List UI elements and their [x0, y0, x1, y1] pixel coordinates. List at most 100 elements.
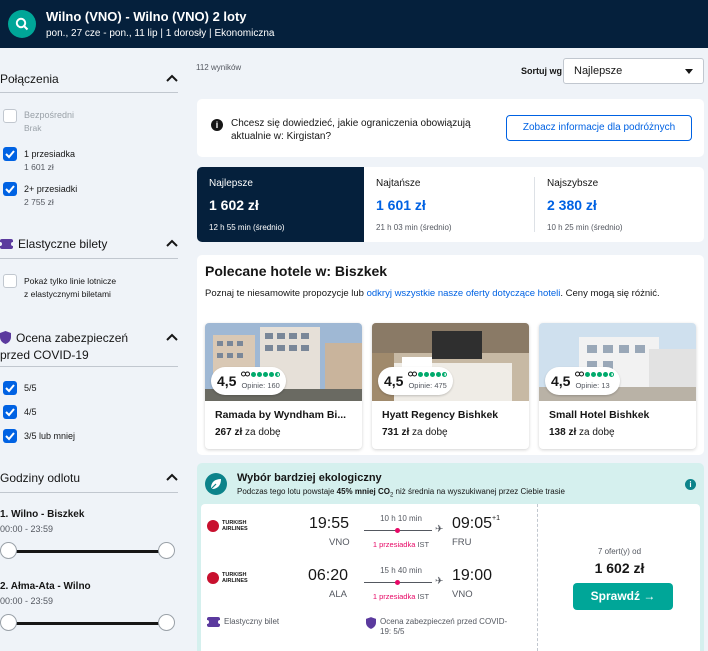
tripadvisor-rating-icon [575, 371, 615, 377]
filter-flexible-header[interactable]: Elastyczne bilety [0, 237, 180, 251]
tab-fastest-label: Najszybsze [547, 178, 599, 189]
slider-handle-min[interactable] [0, 614, 17, 631]
reviews-count: Opinie: 160 [241, 381, 280, 390]
search-header: Wilno (VNO) - Wilno (VNO) 2 loty pon., 2… [0, 0, 708, 48]
rating-value: 4,5 [551, 373, 571, 389]
check-icon [5, 185, 15, 194]
trip-details[interactable]: pon., 27 cze - pon., 11 lip | 1 dorosły … [46, 28, 274, 39]
travel-info-text: Chcesz się dowiedzieć, jakie ograniczeni… [231, 118, 471, 142]
info-icon[interactable]: i [685, 479, 696, 490]
slider-handle-min[interactable] [0, 542, 17, 559]
results-count: 112 wyników [196, 63, 242, 72]
route-line [364, 528, 432, 533]
tab-cheapest[interactable]: Najtańsze 1 601 zł 21 h 03 min (średnio) [364, 167, 534, 242]
filter-covid-header[interactable]: Ocena zabezpieczeń [0, 331, 180, 345]
eco-flight-card: Wybór bardziej ekologiczny Podczas tego … [197, 463, 704, 651]
tab-best-price: 1 602 zł [209, 197, 259, 213]
hotel-rating-badge: 4,5 Opinie: 475 [378, 367, 454, 395]
tab-fastest-duration: 10 h 25 min (średnio) [547, 223, 623, 232]
hotel-card-hyatt[interactable]: 4,5 Opinie: 475 Hyatt Regency Bishkek 73… [372, 323, 529, 449]
departure-airport: VNO [329, 537, 350, 548]
flexible-ticket-badge: Elastyczny bilet [207, 617, 279, 627]
flight-leg-return: TURKISH AIRLINES 06:20 ALA 15 h 40 min ✈ … [201, 556, 531, 604]
sort-select[interactable]: Najlepsze [563, 58, 704, 84]
sort-label: Sortuj wg [521, 66, 562, 76]
divider [0, 92, 178, 93]
sort-value: Najlepsze [574, 65, 623, 77]
chevron-up-icon[interactable] [164, 237, 180, 249]
option-2-stops: 2+ przesiadki 2 755 zł [24, 184, 78, 207]
search-button[interactable] [8, 10, 36, 38]
checkbox-covid-3[interactable] [3, 429, 17, 443]
hotel-price: 138 zł za dobę [549, 427, 615, 438]
hotel-card-small-hotel[interactable]: 4,5 Opinie: 13 Small Hotel Bishkek 138 z… [539, 323, 696, 449]
checkbox-flexible[interactable] [3, 274, 17, 288]
checkbox-covid-4[interactable] [3, 405, 17, 419]
chevron-up-icon[interactable] [164, 471, 180, 483]
rating-value: 4,5 [217, 373, 237, 389]
tab-fastest[interactable]: Najszybsze 2 380 zł 10 h 25 min (średnio… [535, 167, 704, 242]
hotels-link[interactable]: odkryj wszystkie nasze oferty dotyczące … [367, 288, 561, 299]
reviews-count: Opinie: 13 [575, 381, 610, 390]
hotel-rating-badge: 4,5 Opinie: 13 [545, 367, 621, 395]
checkbox-direct[interactable] [3, 109, 17, 123]
departure-leg-2-range: 00:00 - 23:59 [0, 596, 54, 606]
chevron-up-icon[interactable] [164, 331, 180, 343]
chevron-up-icon[interactable] [164, 72, 180, 84]
shield-icon [366, 617, 376, 629]
filter-departure-header[interactable]: Godziny odlotu [0, 471, 180, 485]
slider-handle-max[interactable] [158, 614, 175, 631]
tab-best-label: Najlepsze [209, 178, 253, 189]
departure-leg-1-slider[interactable] [10, 550, 166, 553]
eco-subtitle: Podczas tego lotu powstaje 45% mniej CO2… [237, 487, 565, 499]
option-1-stop: 1 przesiadka 1 601 zł [24, 149, 76, 172]
hotels-description: Poznaj te niesamowite propozycje lub odk… [205, 288, 660, 299]
option-flexible: Pokaż tylko linie lotnicze z elastycznymi… [24, 276, 117, 299]
arrival-time: 09:05+1 [452, 515, 501, 532]
checkbox-covid-5[interactable] [3, 381, 17, 395]
option-covid-4: 4/5 [24, 407, 37, 417]
tripadvisor-rating-icon [408, 371, 448, 377]
route-line [364, 580, 432, 585]
check-button[interactable]: Sprawdź → [573, 583, 673, 610]
departure-airport: ALA [329, 589, 347, 600]
flight-price: 1 602 zł [594, 560, 645, 576]
filter-departure-title: Godziny odlotu [0, 471, 81, 485]
filter-connections-header[interactable]: Połączenia [0, 72, 180, 86]
ticket-icon [207, 617, 220, 627]
divider [537, 504, 538, 651]
caret-down-icon [685, 69, 693, 74]
option-direct: Bezpośredni Brak [24, 110, 75, 133]
leaf-icon [205, 473, 227, 495]
filter-flexible-title: Elastyczne bilety [18, 237, 108, 251]
filter-connections-title: Połączenia [0, 72, 59, 86]
tab-best[interactable]: Najlepsze 1 602 zł 12 h 55 min (średnio) [197, 167, 364, 242]
arrival-time: 19:00 [452, 567, 493, 584]
flight-result[interactable]: TURKISH AIRLINES 19:55 VNO 10 h 10 min ✈ … [201, 504, 700, 651]
info-icon: i [211, 119, 223, 131]
slider-handle-max[interactable] [158, 542, 175, 559]
travel-info-button[interactable]: Zobacz informacje dla podróżnych [506, 115, 692, 141]
divider [0, 258, 178, 259]
checkbox-1-stop[interactable] [3, 147, 17, 161]
plane-icon: ✈ [435, 524, 444, 535]
filter-covid-title-2: przed COVID-19 [0, 348, 89, 362]
departure-time: 19:55 [309, 515, 350, 532]
flight-leg-outbound: TURKISH AIRLINES 19:55 VNO 10 h 10 min ✈ … [201, 504, 531, 552]
divider [0, 366, 178, 367]
departure-leg-2-slider[interactable] [10, 622, 166, 625]
departure-leg-2-title: 2. Ałma-Ata - Wilno [0, 581, 91, 592]
stops-info: 1 przesiadka IST [372, 540, 430, 549]
divider [0, 492, 178, 493]
stops-info: 1 przesiadka IST [372, 592, 430, 601]
offers-count: 7 ofert(y) od [597, 547, 642, 556]
search-icon [15, 17, 29, 31]
reviews-count: Opinie: 475 [408, 381, 447, 390]
sort-tabs: Najlepsze 1 602 zł 12 h 55 min (średnio)… [197, 167, 704, 242]
hotel-card-ramada[interactable]: 4,5 Opinie: 160 Ramada by Wyndham Bi... … [205, 323, 362, 449]
tab-cheapest-label: Najtańsze [376, 178, 421, 189]
option-covid-5: 5/5 [24, 383, 37, 393]
checkbox-2-stops[interactable] [3, 182, 17, 196]
tab-best-duration: 12 h 55 min (średnio) [209, 223, 285, 232]
route-title[interactable]: Wilno (VNO) - Wilno (VNO) 2 loty [46, 9, 247, 24]
